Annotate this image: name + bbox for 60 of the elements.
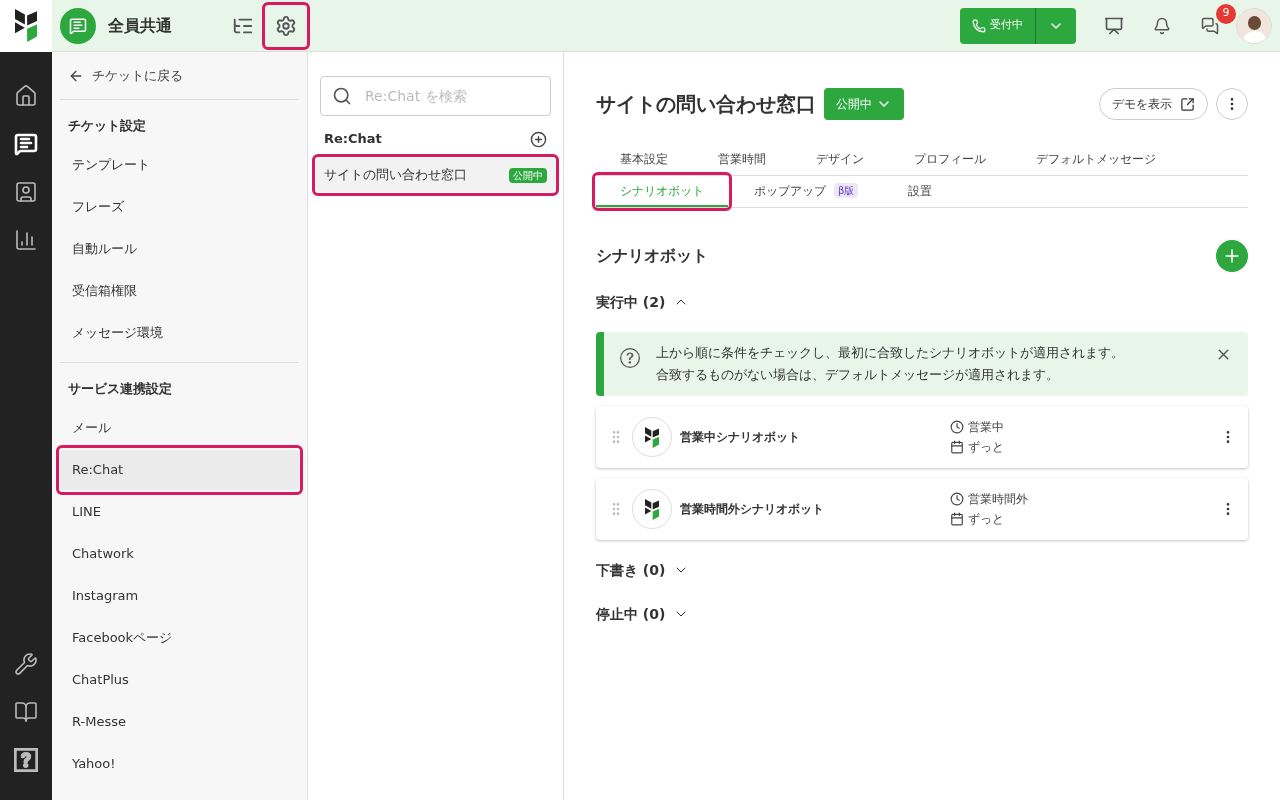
nav-item[interactable]: Re:Chat bbox=[60, 450, 299, 490]
page-title: サイトの問い合わせ窓口 bbox=[596, 91, 816, 118]
clock-icon bbox=[950, 420, 964, 434]
bot-card[interactable]: 営業中シナリオボット 営業中 ずっと bbox=[596, 406, 1248, 468]
inbox-icon bbox=[60, 7, 96, 44]
workspace-name: 全員共通 bbox=[108, 14, 172, 37]
tab[interactable]: 基本設定 bbox=[596, 144, 692, 175]
nav-item[interactable]: LINE bbox=[60, 492, 299, 532]
bot-card[interactable]: 営業時間外シナリオボット 営業時間外 ずっと bbox=[596, 478, 1248, 540]
info-text: 合致するものがない場合は、デフォルトメッセージが適用されます。 bbox=[656, 366, 1060, 384]
logo-icon bbox=[645, 426, 659, 448]
nav-item[interactable]: ChatPlus bbox=[60, 660, 299, 700]
hours-text: 営業時間外 bbox=[968, 491, 1028, 508]
clock-icon bbox=[950, 492, 964, 506]
info-text: 上から順に条件をチェックし、最初に合致したシナリオボットが適用されます。 bbox=[656, 344, 1125, 362]
logo-icon bbox=[645, 498, 659, 520]
nav-item[interactable]: Chatwork bbox=[60, 534, 299, 574]
tab[interactable]: 設置 bbox=[884, 176, 957, 207]
tab[interactable]: デザイン bbox=[792, 144, 888, 175]
section-heading: チケット設定 bbox=[67, 117, 147, 136]
add-button[interactable] bbox=[1216, 240, 1248, 272]
back-link[interactable]: チケットに戻る bbox=[60, 52, 299, 100]
nav-item[interactable]: メッセージ環境 bbox=[60, 313, 299, 353]
bot-name: 営業時間外シナリオボット bbox=[680, 501, 825, 518]
highlight-frame bbox=[262, 1, 310, 50]
calendar-icon bbox=[950, 440, 964, 454]
avatar[interactable] bbox=[1236, 7, 1272, 44]
group-toggle[interactable]: 実行中 (2) bbox=[596, 288, 690, 316]
nav-item[interactable]: テンプレート bbox=[60, 145, 299, 185]
logo-icon bbox=[15, 9, 37, 42]
help-icon bbox=[620, 348, 640, 368]
add-icon[interactable] bbox=[530, 130, 547, 148]
nav-item[interactable]: Yahoo! bbox=[60, 744, 299, 784]
tab[interactable]: 営業時間 bbox=[694, 144, 790, 175]
channel-item[interactable]: サイトの問い合わせ窓口 公開中 bbox=[316, 158, 555, 192]
search-field[interactable]: Re:Chat を検索 bbox=[320, 76, 551, 116]
external-link-icon bbox=[1180, 96, 1195, 112]
nav-item[interactable]: R-Messe bbox=[60, 702, 299, 742]
nav-item[interactable]: フレーズ bbox=[60, 187, 299, 227]
nav-item[interactable]: Facebookページ bbox=[60, 618, 299, 658]
hours-text: 営業中 bbox=[968, 419, 1004, 436]
group-toggle[interactable]: 停止中 (0) bbox=[596, 600, 690, 628]
nav-item[interactable]: Instagram bbox=[60, 576, 299, 616]
section-title: シナリオボット bbox=[596, 245, 708, 267]
tab[interactable]: プロフィール bbox=[890, 144, 1010, 175]
calendar-icon bbox=[950, 512, 964, 526]
nav-item[interactable]: メール bbox=[60, 408, 299, 448]
count-badge: 9 bbox=[1216, 3, 1236, 24]
list-heading: Re:Chat bbox=[324, 130, 382, 149]
section-heading: サービス連携設定 bbox=[67, 380, 173, 399]
bot-name: 営業中シナリオボット bbox=[680, 429, 801, 446]
period-text: ずっと bbox=[968, 439, 1004, 456]
tab[interactable]: デフォルトメッセージ bbox=[1012, 144, 1180, 175]
tab[interactable]: ポップアップ β版 bbox=[730, 176, 883, 207]
group-toggle[interactable]: 下書き (0) bbox=[596, 556, 690, 584]
nav-item[interactable]: 受信箱権限 bbox=[60, 271, 299, 311]
phone-icon bbox=[972, 18, 986, 33]
nav-item[interactable]: 自動ルール bbox=[60, 229, 299, 269]
period-text: ずっと bbox=[968, 511, 1004, 528]
search-icon bbox=[332, 86, 352, 106]
